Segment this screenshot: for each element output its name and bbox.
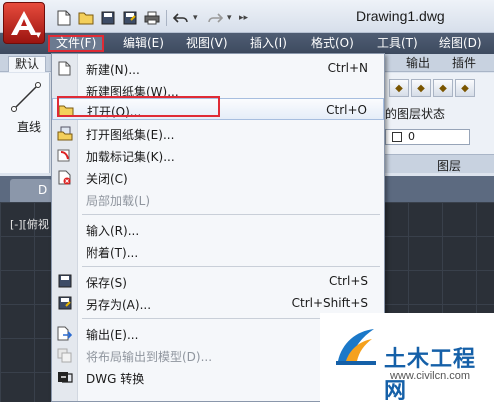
menu-item-label: 附着(T)...	[86, 246, 139, 260]
menu-item-save-as[interactable]: 另存为(A)... Ctrl+Shift+S	[52, 292, 384, 314]
layer-name: 0	[408, 130, 415, 143]
menu-view[interactable]: 视图(V)	[180, 35, 234, 52]
draw-panel: 直线	[0, 73, 50, 173]
new-file-icon	[56, 60, 73, 76]
layer-selector-row: 0	[385, 128, 470, 146]
document-tab-label: D	[38, 183, 48, 197]
menu-item-open-sheet-set[interactable]: 打开图纸集(E)...	[52, 122, 384, 144]
menu-item-shortcut: Ctrl+S	[328, 274, 368, 288]
menu-separator	[82, 266, 380, 267]
highlight-annotation-box	[57, 96, 220, 117]
layer-color-swatch	[392, 132, 402, 142]
line-tool-label: 直线	[17, 120, 42, 134]
print-icon[interactable]	[142, 8, 162, 28]
application-menu-button[interactable]: ▼	[3, 2, 45, 44]
menu-item-label: 局部加载(L)	[86, 194, 151, 208]
menu-item-label: 关闭(C)	[86, 172, 128, 186]
civilcn-logo-icon	[336, 329, 376, 365]
menu-item-close[interactable]: 关闭(C)	[52, 166, 384, 188]
menu-tools[interactable]: 工具(T)	[371, 35, 424, 52]
layer-tools-row: ◆ ◆ ◆ ◆	[389, 79, 475, 97]
export-icon	[56, 325, 73, 341]
menu-item-label: 输入(R)...	[86, 224, 140, 238]
title-bar: ▾ ▾ ▸▸ Drawing1.dwg	[0, 0, 494, 33]
menu-item-shortcut: Ctrl+Shift+S	[291, 296, 368, 310]
menu-item-shortcut: Ctrl+N	[327, 61, 368, 75]
menu-item-partial-load: 局部加载(L)	[52, 188, 384, 210]
autocad-logo-icon	[11, 11, 37, 35]
menu-insert[interactable]: 插入(I)	[244, 35, 293, 52]
menu-bar: 文件(F) 编辑(E) 视图(V) 插入(I) 格式(O) 工具(T) 绘图(D…	[0, 33, 494, 54]
menu-format[interactable]: 格式(O)	[305, 35, 360, 52]
layout-export-icon	[56, 347, 73, 363]
new-icon[interactable]	[54, 8, 74, 28]
redo-icon[interactable]	[205, 8, 225, 28]
menu-item-label: 另存为(A)...	[86, 298, 152, 312]
layer-tool-icon[interactable]: ◆	[433, 79, 453, 97]
save-as-icon	[56, 295, 73, 311]
menu-item-label: 打开图纸集(E)...	[86, 128, 175, 142]
layer-dropdown[interactable]: 0	[385, 129, 470, 145]
layer-tool-icon[interactable]: ◆	[455, 79, 475, 97]
markup-icon	[56, 147, 73, 163]
toolbar-separator	[166, 10, 167, 26]
layer-state-label[interactable]: 的图层状态	[385, 105, 445, 122]
menu-item-label: 加载标记集(K)...	[86, 150, 175, 164]
menu-separator	[82, 214, 380, 215]
chevron-down-icon: ▼	[35, 31, 41, 39]
redo-dropdown-icon[interactable]: ▾	[227, 13, 237, 23]
watermark: 土木工程网 www.civilcn.com	[320, 313, 494, 402]
save-icon[interactable]	[98, 8, 118, 28]
open-sheetset-icon	[56, 125, 73, 141]
undo-dropdown-icon[interactable]: ▾	[193, 13, 203, 23]
ribbon-tab-plugins[interactable]: 插件	[446, 56, 482, 72]
dwg-convert-icon	[56, 369, 73, 385]
menu-item-load-markup[interactable]: 加载标记集(K)...	[52, 144, 384, 166]
menu-item-shortcut: Ctrl+O	[326, 103, 367, 117]
menu-item-label: 输出(E)...	[86, 328, 139, 342]
document-tab[interactable]: D	[10, 179, 52, 202]
ribbon-tab-output[interactable]: 输出	[400, 56, 436, 72]
ribbon-tab-default[interactable]: 默认	[8, 56, 47, 72]
save-icon	[56, 273, 73, 289]
menu-item-label: 保存(S)	[86, 276, 127, 290]
toolbar-overflow-icon[interactable]: ▸▸	[239, 13, 249, 23]
undo-icon[interactable]	[171, 8, 191, 28]
quick-access-toolbar: ▾ ▾ ▸▸	[54, 7, 249, 29]
viewport-label[interactable]: [-][俯视	[10, 216, 49, 232]
menu-item-new[interactable]: 新建(N)... Ctrl+N	[52, 57, 384, 79]
document-title: Drawing1.dwg	[356, 8, 445, 24]
menu-item-save[interactable]: 保存(S) Ctrl+S	[52, 270, 384, 292]
menu-item-import[interactable]: 输入(R)...	[52, 218, 384, 240]
watermark-site-url: www.civilcn.com	[390, 370, 471, 382]
menu-item-label: DWG 转换	[86, 372, 145, 386]
menu-file[interactable]: 文件(F)	[48, 35, 105, 52]
layer-panel-title[interactable]: 图层	[437, 157, 461, 174]
menu-item-attach[interactable]: 附着(T)...	[52, 240, 384, 262]
open-icon[interactable]	[76, 8, 96, 28]
close-doc-icon	[56, 169, 73, 185]
layer-panel: ◆ ◆ ◆ ◆ 的图层状态 0 图层	[385, 73, 494, 173]
menu-edit[interactable]: 编辑(E)	[117, 35, 170, 52]
layer-tool-icon[interactable]: ◆	[411, 79, 431, 97]
line-tool-icon[interactable]	[10, 81, 42, 113]
save-as-icon[interactable]	[120, 8, 140, 28]
menu-item-label: 新建(N)...	[86, 63, 140, 77]
menu-item-label: 将布局输出到模型(D)...	[86, 350, 213, 364]
layer-panel-footer: 图层	[385, 154, 494, 173]
layer-tool-icon[interactable]: ◆	[389, 79, 409, 97]
menu-draw[interactable]: 绘图(D)	[433, 35, 488, 52]
